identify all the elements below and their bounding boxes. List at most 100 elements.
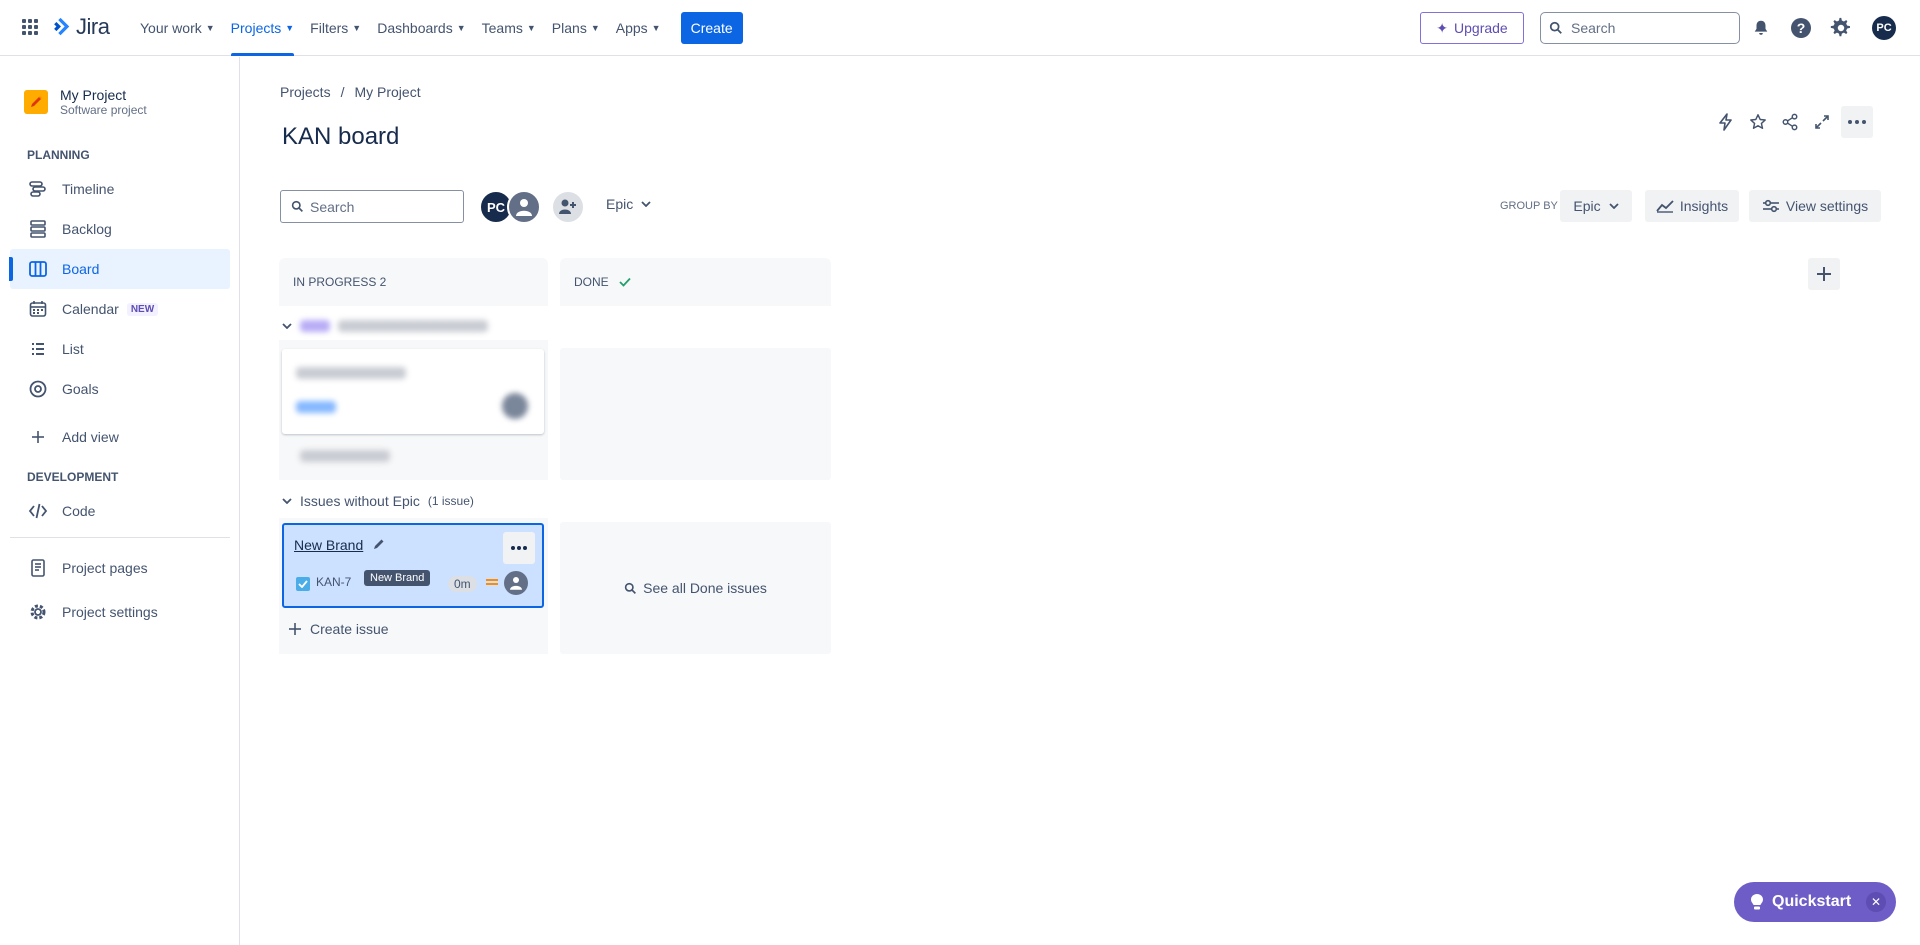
breadcrumb: Projects / My Project (280, 84, 421, 100)
sidebar-item-goals[interactable]: Goals (10, 369, 230, 409)
breadcrumb-my-project[interactable]: My Project (354, 84, 420, 100)
sidebar-item-project-settings[interactable]: Project settings (10, 592, 230, 632)
nav-projects[interactable]: Projects ▼ (223, 0, 303, 56)
nav-filters[interactable]: Filters ▼ (302, 0, 369, 56)
profile-avatar[interactable]: PC (1871, 15, 1897, 41)
sidebar-item-timeline[interactable]: Timeline (10, 169, 230, 209)
plus-icon (1817, 267, 1831, 281)
add-user-icon (559, 199, 576, 214)
view-settings-button[interactable]: View settings (1749, 190, 1881, 222)
column-title: DONE (574, 275, 609, 289)
planning-section-label: PLANNING (27, 148, 90, 162)
breadcrumb-projects[interactable]: Projects (280, 84, 331, 100)
issue-card[interactable]: New Brand KAN-7 New Brand 0m (282, 523, 544, 608)
swimlane-epic-header[interactable] (282, 318, 512, 334)
help-icon[interactable]: ? (1788, 15, 1814, 41)
group-by-dropdown[interactable]: Epic (1560, 190, 1632, 222)
page-title: KAN board (282, 123, 400, 150)
goals-icon (29, 380, 47, 398)
chevron-down-icon (1608, 203, 1619, 209)
board-search-input[interactable]: Search (280, 190, 464, 223)
card-title-blurred (296, 367, 406, 379)
insights-button[interactable]: Insights (1645, 190, 1739, 222)
user-icon (516, 199, 532, 216)
nav-apps[interactable]: Apps ▼ (608, 0, 669, 56)
close-icon[interactable]: ✕ (1866, 892, 1886, 912)
add-column-button[interactable] (1808, 258, 1840, 290)
chevron-down-icon: ▼ (526, 23, 536, 33)
swimlane-issue-count: (1 issue) (427, 494, 474, 508)
question-mark-icon: ? (1791, 18, 1811, 38)
card-more-actions-icon[interactable] (503, 532, 535, 564)
epic-filter-dropdown[interactable]: Epic (606, 196, 651, 212)
jira-logo-icon (54, 17, 70, 36)
share-icon[interactable] (1777, 109, 1803, 135)
sidebar-item-code[interactable]: Code (10, 491, 230, 531)
column-title: IN PROGRESS 2 (293, 275, 387, 289)
automation-lightning-icon[interactable] (1713, 109, 1739, 135)
nav-dashboards[interactable]: Dashboards ▼ (369, 0, 473, 56)
sparkle-icon: ✦ (1436, 19, 1449, 36)
add-people-button[interactable] (551, 190, 585, 224)
nav-plans[interactable]: Plans ▼ (544, 0, 608, 56)
avatar-unassigned[interactable] (507, 190, 541, 224)
card-key-blurred (296, 401, 336, 413)
swimlane-issues-without-epic[interactable]: Issues without Epic (1 issue) (282, 493, 474, 509)
assignee-avatar[interactable] (504, 571, 528, 595)
chevron-down-icon: ▼ (285, 23, 295, 33)
calendar-icon (29, 301, 47, 317)
project-type: Software project (60, 103, 147, 117)
create-button[interactable]: Create (680, 12, 743, 44)
new-badge: NEW (126, 302, 159, 316)
chevron-down-icon: ▼ (590, 23, 600, 33)
code-icon (28, 503, 48, 519)
backlog-icon (30, 220, 46, 238)
global-search-placeholder: Search (1571, 20, 1616, 36)
chevron-down-icon (282, 323, 292, 329)
top-navigation-bar: Jira Your work ▼ Projects ▼ Filters ▼ Dashb… (0, 0, 1920, 56)
sliders-icon (1762, 199, 1779, 213)
sidebar-item-label: Project settings (62, 604, 158, 620)
priority-medium-icon (486, 579, 498, 585)
nav-teams[interactable]: Teams ▼ (474, 0, 544, 56)
nav-your-work[interactable]: Your work ▼ (132, 0, 223, 56)
upgrade-button[interactable]: ✦ Upgrade (1420, 12, 1524, 44)
more-actions-icon[interactable] (1841, 106, 1873, 138)
pencil-edit-icon[interactable] (372, 537, 386, 551)
global-search-input[interactable]: Search (1540, 12, 1740, 44)
chevron-down-icon: ▼ (352, 23, 362, 33)
create-issue-button[interactable]: Create issue (288, 621, 389, 637)
quickstart-button[interactable]: Quickstart ✕ (1734, 882, 1896, 922)
search-icon (624, 582, 637, 594)
assignee-avatar-filter: PC (479, 190, 585, 224)
sidebar-item-calendar[interactable]: Calendar NEW (10, 289, 230, 329)
issue-key[interactable]: KAN-7 (316, 575, 351, 589)
sidebar-item-label: Calendar (62, 301, 119, 317)
see-all-done-label: See all Done issues (643, 580, 767, 596)
issue-card-title[interactable]: New Brand (294, 537, 363, 553)
list-icon (32, 343, 44, 355)
sidebar-item-list[interactable]: List (10, 329, 230, 369)
notifications-icon[interactable] (1748, 15, 1774, 41)
sidebar-item-label: Goals (62, 381, 99, 397)
star-icon[interactable] (1745, 109, 1771, 135)
project-sidebar: My Project Software project PLANNING Tim… (0, 57, 240, 945)
fullscreen-expand-icon[interactable] (1809, 109, 1835, 135)
settings-gear-icon[interactable] (1828, 15, 1854, 41)
chevron-down-icon: ▼ (205, 23, 215, 33)
task-type-icon (296, 577, 310, 591)
jira-logo[interactable]: Jira (50, 14, 110, 40)
sidebar-item-project-pages[interactable]: Project pages (10, 548, 230, 588)
column-header-done[interactable]: DONE (560, 258, 831, 306)
issue-card-blurred[interactable] (282, 349, 544, 434)
see-all-done-issues-link[interactable]: See all Done issues (560, 522, 831, 654)
view-settings-label: View settings (1785, 198, 1869, 214)
sidebar-item-add-view[interactable]: Add view (10, 417, 230, 457)
chevron-down-icon (282, 498, 292, 504)
sidebar-item-backlog[interactable]: Backlog (10, 209, 230, 249)
sidebar-item-board[interactable]: Board (9, 249, 230, 289)
column-header-in-progress[interactable]: IN PROGRESS 2 (279, 258, 548, 306)
sidebar-item-label: List (62, 341, 84, 357)
project-header[interactable]: My Project Software project (24, 87, 147, 117)
app-switcher-icon[interactable] (22, 19, 38, 35)
